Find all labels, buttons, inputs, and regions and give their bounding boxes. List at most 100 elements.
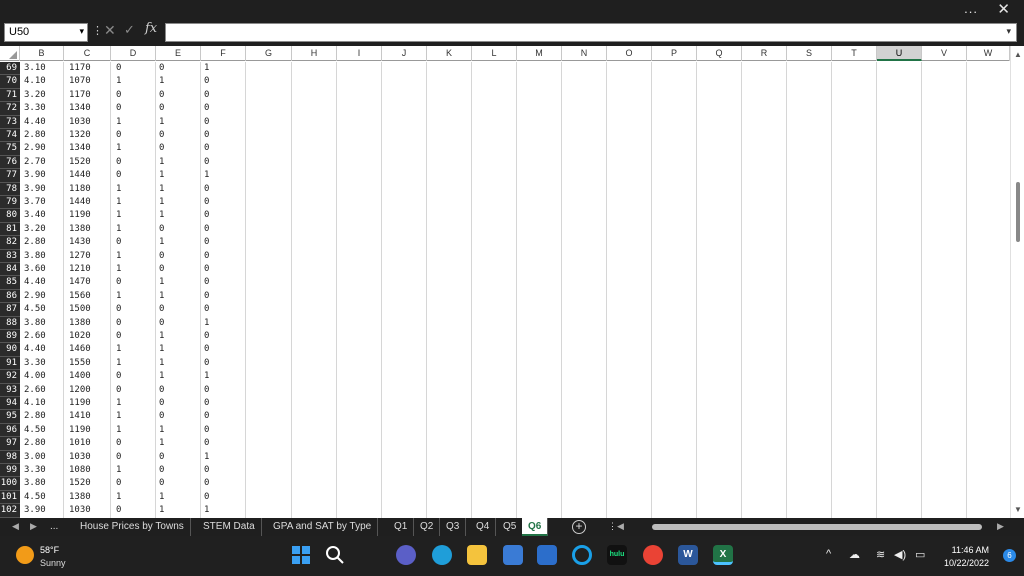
cell-c[interactable]: 1190 xyxy=(69,424,91,437)
cell-b[interactable]: 4.10 xyxy=(24,75,46,88)
cell-f[interactable]: 1 xyxy=(204,62,209,75)
row-header[interactable]: 76 xyxy=(0,155,20,170)
cell-b[interactable]: 3.80 xyxy=(24,477,46,490)
cell-c[interactable]: 1340 xyxy=(69,142,91,155)
row-header[interactable]: 98 xyxy=(0,450,20,464)
notification-badge[interactable]: 6 xyxy=(1003,549,1016,562)
cortana-icon[interactable] xyxy=(572,545,592,565)
column-header-g[interactable]: G xyxy=(246,46,292,61)
cell-d[interactable]: 1 xyxy=(116,75,121,88)
sheet-tab-house-prices-by-towns[interactable]: House Prices by Towns xyxy=(74,518,191,536)
row-header[interactable]: 79 xyxy=(0,196,20,210)
cell-f[interactable]: 0 xyxy=(204,156,209,169)
cell-c[interactable]: 1440 xyxy=(69,169,91,182)
battery-icon[interactable]: ▭ xyxy=(915,548,925,561)
cell-f[interactable]: 1 xyxy=(204,169,209,182)
cell-f[interactable]: 0 xyxy=(204,477,209,490)
cell-f[interactable]: 0 xyxy=(204,303,209,316)
previous-sheet-icon[interactable]: ◀ xyxy=(12,521,19,532)
cell-f[interactable]: 0 xyxy=(204,276,209,289)
column-header-d[interactable]: D xyxy=(111,46,156,61)
cell-b[interactable]: 3.20 xyxy=(24,223,46,236)
row-header[interactable]: 83 xyxy=(0,249,20,263)
cell-e[interactable]: 0 xyxy=(159,464,164,477)
cell-b[interactable]: 2.80 xyxy=(24,129,46,142)
cell-b[interactable]: 3.30 xyxy=(24,102,46,115)
row-header[interactable]: 74 xyxy=(0,129,20,143)
cell-e[interactable]: 0 xyxy=(159,477,164,490)
more-options-button[interactable]: ... xyxy=(964,1,978,16)
cell-f[interactable]: 0 xyxy=(204,102,209,115)
cell-e[interactable]: 1 xyxy=(159,504,164,517)
row-header[interactable]: 95 xyxy=(0,410,20,424)
cell-d[interactable]: 0 xyxy=(116,62,121,75)
cell-c[interactable]: 1410 xyxy=(69,410,91,423)
cell-c[interactable]: 1170 xyxy=(69,89,91,102)
row-header[interactable]: 85 xyxy=(0,276,20,290)
cell-f[interactable]: 0 xyxy=(204,424,209,437)
cell-d[interactable]: 1 xyxy=(116,250,121,263)
cell-f[interactable]: 0 xyxy=(204,223,209,236)
cell-b[interactable]: 2.80 xyxy=(24,437,46,450)
column-header-w[interactable]: W xyxy=(967,46,1010,61)
cell-e[interactable]: 1 xyxy=(159,290,164,303)
cell-d[interactable]: 0 xyxy=(116,477,121,490)
cell-f[interactable]: 1 xyxy=(204,451,209,464)
cell-d[interactable]: 1 xyxy=(116,196,121,209)
cell-b[interactable]: 3.10 xyxy=(24,62,46,75)
cell-b[interactable]: 3.30 xyxy=(24,464,46,477)
cell-d[interactable]: 0 xyxy=(116,317,121,330)
cell-b[interactable]: 3.80 xyxy=(24,250,46,263)
cell-c[interactable]: 1470 xyxy=(69,276,91,289)
clock-date[interactable]: 10/22/2022 xyxy=(944,558,989,568)
cell-e[interactable]: 1 xyxy=(159,437,164,450)
cell-f[interactable]: 0 xyxy=(204,209,209,222)
column-header-r[interactable]: R xyxy=(742,46,787,61)
name-box[interactable]: U50 ▾ xyxy=(4,23,88,42)
cell-f[interactable]: 0 xyxy=(204,263,209,276)
cell-e[interactable]: 1 xyxy=(159,330,164,343)
cell-d[interactable]: 0 xyxy=(116,330,121,343)
word-icon[interactable]: W xyxy=(678,545,698,565)
row-header[interactable]: 89 xyxy=(0,330,20,344)
cell-b[interactable]: 3.20 xyxy=(24,89,46,102)
horizontal-scrollbar[interactable] xyxy=(628,522,1008,532)
cell-f[interactable]: 0 xyxy=(204,410,209,423)
scrollbar-thumb[interactable] xyxy=(652,524,982,530)
row-header[interactable]: 100 xyxy=(0,477,20,491)
column-header-s[interactable]: S xyxy=(787,46,832,61)
cell-c[interactable]: 1340 xyxy=(69,102,91,115)
cell-c[interactable]: 1180 xyxy=(69,183,91,196)
more-vertical-icon[interactable]: ⋮ xyxy=(608,521,617,532)
cell-d[interactable]: 0 xyxy=(116,437,121,450)
column-header-j[interactable]: J xyxy=(382,46,427,61)
cell-e[interactable]: 1 xyxy=(159,209,164,222)
cell-f[interactable]: 1 xyxy=(204,370,209,383)
column-header-q[interactable]: Q xyxy=(697,46,742,61)
column-header-c[interactable]: C xyxy=(64,46,111,61)
more-vertical-icon[interactable]: ⋮ xyxy=(92,24,103,37)
row-header[interactable]: 77 xyxy=(0,169,20,183)
cell-b[interactable]: 3.70 xyxy=(24,196,46,209)
select-all-button[interactable] xyxy=(0,46,20,61)
cell-b[interactable]: 3.00 xyxy=(24,451,46,464)
row-header[interactable]: 99 xyxy=(0,464,20,478)
cell-c[interactable]: 1550 xyxy=(69,357,91,370)
cell-e[interactable]: 0 xyxy=(159,250,164,263)
cell-d[interactable]: 0 xyxy=(116,236,121,249)
sheet-tab-q6[interactable]: Q6 xyxy=(522,518,549,536)
row-header[interactable]: 94 xyxy=(0,397,20,411)
cell-e[interactable]: 0 xyxy=(159,142,164,155)
column-header-l[interactable]: L xyxy=(472,46,517,61)
cell-d[interactable]: 1 xyxy=(116,424,121,437)
cell-e[interactable]: 1 xyxy=(159,156,164,169)
cell-f[interactable]: 0 xyxy=(204,250,209,263)
cell-d[interactable]: 1 xyxy=(116,116,121,129)
column-header-i[interactable]: I xyxy=(337,46,382,61)
file-explorer-icon[interactable] xyxy=(467,545,487,565)
cell-d[interactable]: 1 xyxy=(116,397,121,410)
cell-d[interactable]: 0 xyxy=(116,451,121,464)
cell-b[interactable]: 3.90 xyxy=(24,169,46,182)
search-icon[interactable] xyxy=(325,545,345,565)
weather-description[interactable]: Sunny xyxy=(40,558,66,568)
